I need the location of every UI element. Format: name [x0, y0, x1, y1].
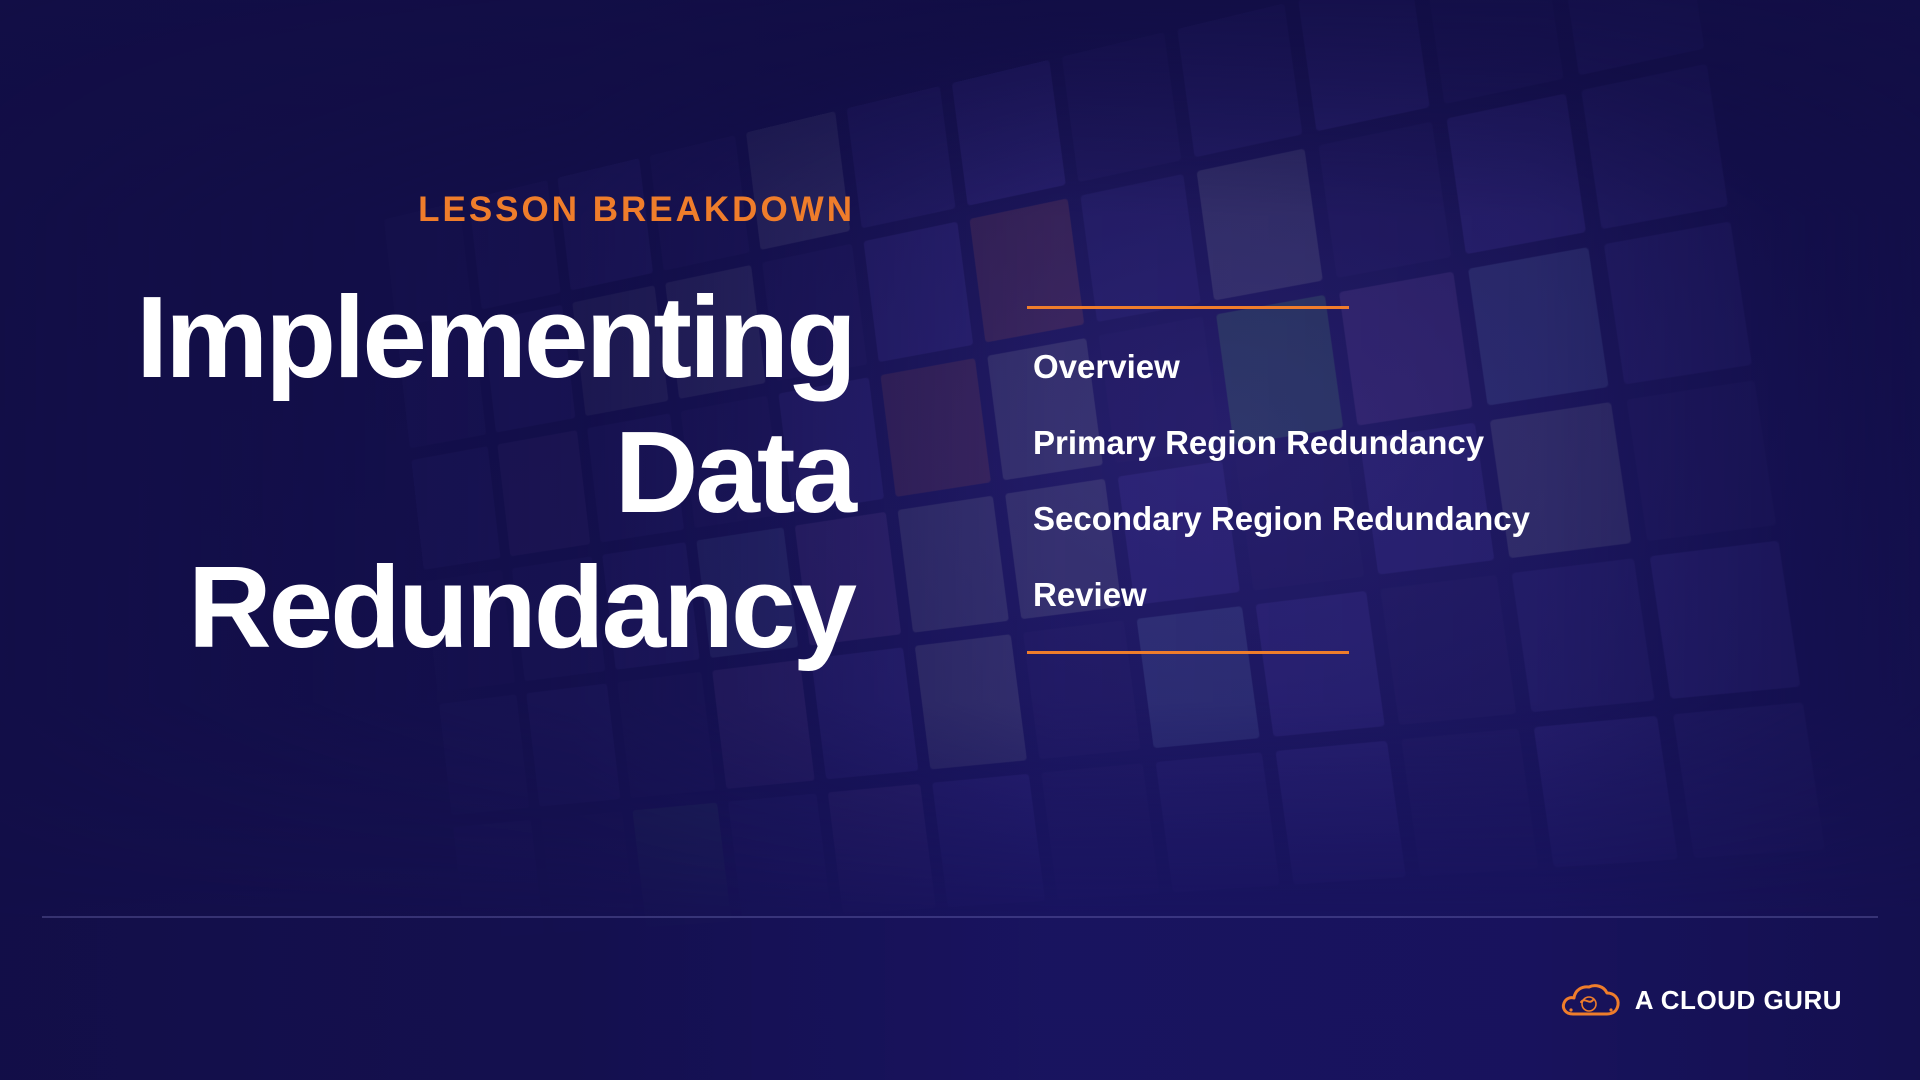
outline-top-divider: [1027, 306, 1349, 309]
brand-logo: A CLOUD GURU: [1559, 980, 1842, 1020]
outline-item-primary-region-redundancy: Primary Region Redundancy: [1033, 424, 1485, 461]
lesson-breakdown-label: LESSON BREAKDOWN: [418, 190, 855, 229]
cloud-logo-icon: [1561, 984, 1620, 1016]
outline-item-review: Review: [1033, 576, 1147, 613]
outline-bottom-divider: [1027, 651, 1349, 654]
outline-item-secondary-region-redundancy: Secondary Region Redundancy: [1033, 500, 1530, 537]
lesson-outline: Overview Primary Region Redundancy Secon…: [1033, 345, 1530, 649]
brand-name: A CLOUD GURU: [1634, 984, 1842, 1015]
lesson-title: Implementing Data Redundancy: [135, 270, 857, 675]
lesson-title-line: Redundancy: [187, 542, 857, 672]
slide: LESSON BREAKDOWN Implementing Data Redun…: [0, 0, 1920, 1080]
outline-item-overview: Overview: [1033, 348, 1180, 385]
lesson-title-line: Implementing: [135, 272, 857, 402]
lesson-title-line: Data: [614, 407, 857, 537]
footer-divider: [42, 916, 1878, 918]
